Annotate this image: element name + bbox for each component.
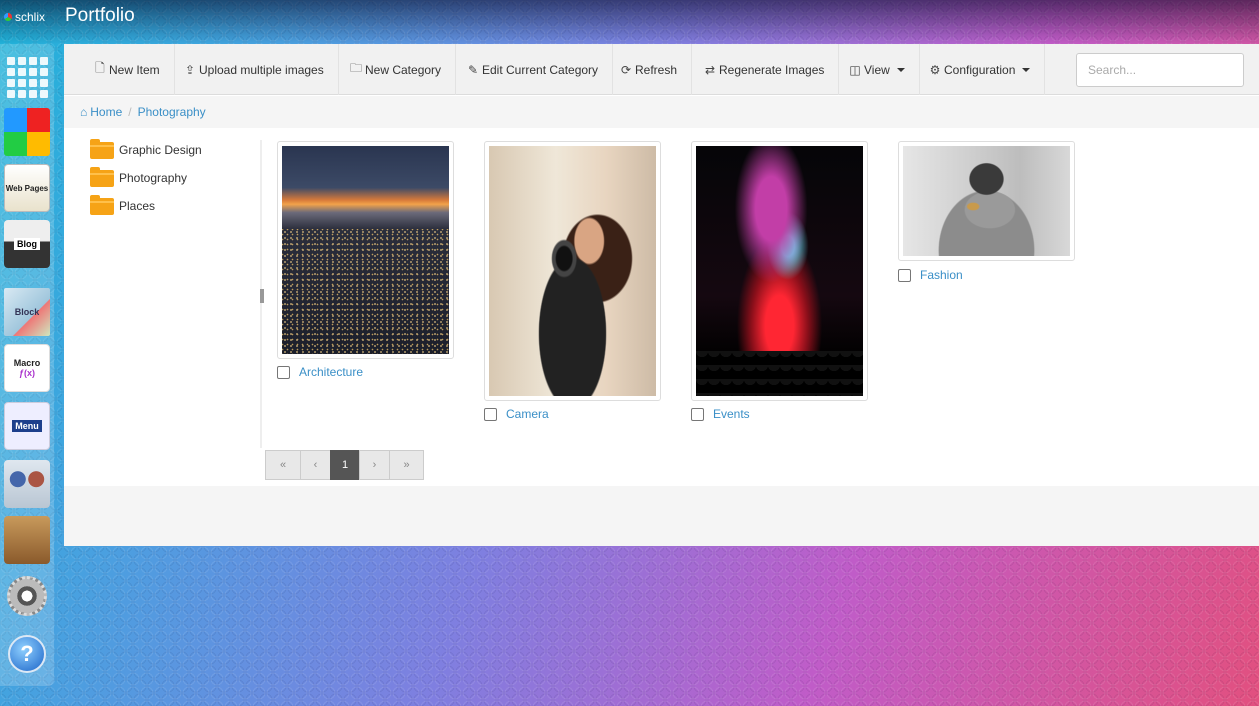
refresh-button[interactable]: ⟳ Refresh (606, 44, 693, 95)
apps-grid-icon[interactable] (4, 54, 50, 100)
macro-icon[interactable]: Macro ƒ(x) (4, 344, 50, 392)
item-link[interactable]: Camera (506, 407, 549, 421)
new-item-label: New Item (109, 62, 160, 77)
breadcrumb-home[interactable]: Home (90, 105, 122, 119)
chevron-down-icon (896, 67, 905, 72)
folder-label: Photography (119, 171, 188, 185)
menu-icon[interactable]: Menu (4, 402, 50, 450)
block-icon[interactable]: Block (4, 288, 50, 336)
pencil-icon: ✎ (467, 62, 479, 77)
item-checkbox[interactable] (691, 407, 704, 421)
folder-item[interactable]: Graphic Design (90, 136, 202, 164)
item-fashion: Fashion (898, 268, 963, 282)
new-category-button[interactable]: 🗀 New Category (336, 44, 457, 95)
item-checkbox[interactable] (277, 365, 290, 379)
category-tree: Graphic Design Photography Places (90, 136, 202, 220)
footer-band (64, 486, 1259, 546)
configuration-label: Configuration (944, 62, 1016, 77)
item-architecture: Architecture (277, 365, 363, 379)
resize-handle[interactable] (260, 289, 264, 303)
folder-label: Graphic Design (119, 143, 202, 157)
thumbnail-camera[interactable] (484, 141, 661, 401)
brand-logo[interactable]: schlix (4, 10, 45, 24)
edit-category-button[interactable]: ✎ Edit Current Category (453, 44, 614, 95)
item-events: Events (691, 407, 750, 421)
camera-image (489, 146, 656, 396)
page-last-button[interactable]: » (389, 450, 424, 480)
top-bar (0, 0, 1259, 44)
settings-gear-icon[interactable] (4, 572, 50, 620)
columns-icon: ◫ (849, 62, 861, 77)
chevron-down-icon (1022, 67, 1031, 72)
view-dropdown[interactable]: ◫ View (835, 44, 920, 95)
folder-label: Places (119, 199, 156, 213)
breadcrumb: ⌂ Home / Photography (64, 96, 1259, 128)
upload-icon: ⇪ (184, 62, 196, 77)
fashion-image (903, 146, 1070, 256)
main-window: 🗋 New Item ⇪ Upload multiple images 🗀 Ne… (64, 44, 1259, 546)
brand-name: schlix (15, 10, 46, 24)
retweet-icon: ⇄ (704, 62, 716, 77)
app-title: Portfolio (65, 5, 135, 26)
item-checkbox[interactable] (898, 268, 911, 282)
toolbar: 🗋 New Item ⇪ Upload multiple images 🗀 Ne… (64, 44, 1259, 95)
search-input[interactable] (1076, 53, 1244, 87)
gears-icon: ⚙ (929, 62, 941, 77)
page-current-button[interactable]: 1 (330, 450, 360, 480)
new-category-label: New Category (365, 62, 442, 77)
item-link[interactable]: Events (713, 407, 750, 421)
breadcrumb-separator: / (128, 105, 132, 119)
edit-category-label: Edit Current Category (482, 62, 599, 77)
web-pages-icon[interactable]: Web Pages (4, 164, 50, 212)
configuration-dropdown[interactable]: ⚙ Configuration (915, 44, 1046, 95)
page-next-button[interactable]: › (359, 450, 390, 480)
pagination: « ‹ 1 › » (265, 450, 424, 480)
toolbox-icon[interactable] (4, 516, 50, 564)
thumbnail-fashion[interactable] (898, 141, 1075, 261)
home-icon: ⌂ (80, 105, 88, 119)
breadcrumb-current[interactable]: Photography (138, 105, 206, 119)
regenerate-images-button[interactable]: ⇄ Regenerate Images (690, 44, 840, 95)
refresh-icon: ⟳ (620, 62, 632, 77)
logo-icon (4, 13, 12, 21)
new-item-button[interactable]: 🗋 New Item (80, 44, 175, 95)
architecture-image (282, 146, 449, 354)
refresh-label: Refresh (635, 62, 678, 77)
upload-multiple-label: Upload multiple images (199, 62, 324, 77)
regenerate-images-label: Regenerate Images (719, 62, 825, 77)
page-prev-button[interactable]: ‹ (300, 450, 331, 480)
folder-icon (90, 138, 114, 159)
folder-icon (90, 194, 114, 215)
events-image (696, 146, 863, 396)
item-checkbox[interactable] (484, 407, 497, 421)
upload-multiple-button[interactable]: ⇪ Upload multiple images (170, 44, 339, 95)
help-icon[interactable]: ? (4, 630, 50, 678)
folder-item[interactable]: Places (90, 192, 202, 220)
folder-outline-icon: 🗀 (350, 61, 363, 75)
thumbnail-architecture[interactable] (277, 141, 454, 359)
item-link[interactable]: Fashion (920, 268, 963, 282)
page-first-button[interactable]: « (265, 450, 301, 480)
people-icon[interactable] (4, 460, 50, 508)
color-blocks-icon[interactable] (4, 108, 50, 156)
item-camera: Camera (484, 407, 549, 421)
thumbnail-events[interactable] (691, 141, 868, 401)
app-dock: Web Pages Blog Block Macro ƒ(x) Menu ? (0, 44, 54, 686)
blog-icon[interactable]: Blog (4, 220, 50, 268)
view-label: View (864, 62, 890, 77)
file-icon: 🗋 (95, 61, 105, 75)
item-link[interactable]: Architecture (299, 365, 363, 379)
folder-item[interactable]: Photography (90, 164, 202, 192)
folder-icon (90, 166, 114, 187)
